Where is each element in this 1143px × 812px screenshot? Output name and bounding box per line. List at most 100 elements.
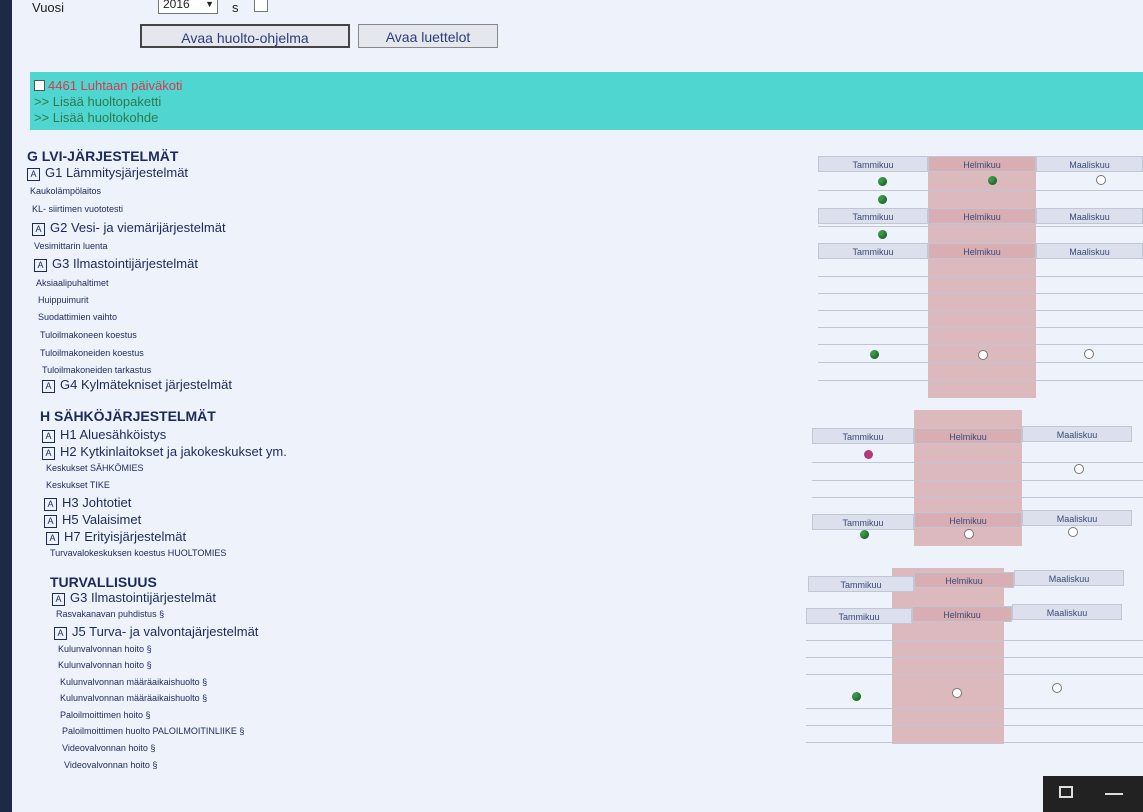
month-header: Maaliskuu: [1022, 510, 1132, 526]
category-h1[interactable]: A H1 Aluesähköistys: [42, 427, 166, 443]
status-done-dot[interactable]: [988, 176, 997, 185]
expand-icon[interactable]: A: [54, 627, 67, 640]
grid-line: [812, 497, 1143, 498]
month-header: Tammikuu: [812, 428, 914, 444]
status-done-dot[interactable]: [878, 230, 887, 239]
task-row[interactable]: Huippuimurit: [38, 295, 89, 305]
expand-icon[interactable]: A: [42, 447, 55, 460]
status-done-dot[interactable]: [878, 195, 887, 204]
category-g2[interactable]: A G2 Vesi- ja viemärijärjestelmät: [32, 220, 226, 236]
property-banner: 4461 Luhtaan päiväkoti >> Lisää huoltopa…: [30, 72, 1143, 130]
status-done-dot[interactable]: [878, 177, 887, 186]
grid-line: [818, 226, 1143, 227]
task-row[interactable]: Tuloilmakoneiden tarkastus: [42, 365, 151, 375]
grid-line: [812, 462, 1143, 463]
grid-line: [806, 708, 1143, 709]
status-overdue-dot[interactable]: [864, 450, 873, 459]
task-row[interactable]: Tuloilmakoneen koestus: [40, 330, 137, 340]
status-planned-dot[interactable]: [1096, 175, 1106, 185]
month-header: Tammikuu: [812, 514, 914, 530]
app-screen: Vuosi 2016 ▼ s Avaa huolto-ohjelma Avaa …: [12, 0, 1143, 812]
task-row[interactable]: Aksiaalipuhaltimet: [36, 278, 109, 288]
month-header: Maaliskuu: [1014, 570, 1124, 586]
status-done-dot[interactable]: [852, 692, 861, 701]
expand-icon[interactable]: A: [42, 380, 55, 393]
category-h3[interactable]: A H3 Johtotiet: [44, 495, 131, 511]
grid-line: [806, 657, 1143, 658]
expand-icon[interactable]: A: [46, 532, 59, 545]
category-g3[interactable]: A G3 Ilmastointijärjestelmät: [34, 256, 198, 272]
month-header: Tammikuu: [808, 576, 914, 592]
status-planned-dot[interactable]: [978, 350, 988, 360]
fullscreen-icon[interactable]: [1059, 786, 1073, 798]
category-j5[interactable]: A J5 Turva- ja valvontajärjestelmät: [54, 624, 258, 640]
task-row[interactable]: Rasvakanavan puhdistus §: [56, 609, 164, 619]
status-planned-dot[interactable]: [1068, 527, 1078, 537]
month-header: Helmikuu: [928, 243, 1036, 259]
task-row[interactable]: Videovalvonnan hoito §: [64, 760, 157, 770]
expand-icon[interactable]: A: [42, 430, 55, 443]
task-row[interactable]: Kulunvalvonnan määräaikaishuolto §: [60, 693, 207, 703]
grid-line: [806, 725, 1143, 726]
task-row[interactable]: Keskukset SÄHKÖMIES: [46, 463, 144, 473]
grid-line: [818, 344, 1143, 345]
expand-icon[interactable]: A: [32, 223, 45, 236]
year-checkbox[interactable]: [254, 0, 268, 12]
chevron-down-icon: ▼: [205, 0, 214, 9]
month-header: Maaliskuu: [1036, 243, 1143, 259]
grid-line: [806, 674, 1143, 675]
task-row[interactable]: Paloilmoittimen huolto PALOILMOITINLIIKE…: [62, 726, 244, 736]
add-target-link[interactable]: >> Lisää huoltokohde: [30, 110, 1143, 126]
task-row[interactable]: Suodattimien vaihto: [38, 312, 117, 322]
status-planned-dot[interactable]: [1084, 349, 1094, 359]
task-row[interactable]: Kaukolämpölaitos: [30, 186, 101, 196]
status-planned-dot[interactable]: [964, 529, 974, 539]
month-header: Maaliskuu: [1012, 604, 1122, 620]
month-header: Helmikuu: [914, 512, 1022, 528]
expand-icon[interactable]: A: [44, 515, 57, 528]
status-planned-dot[interactable]: [952, 688, 962, 698]
task-row[interactable]: Vesimittarin luenta: [34, 241, 108, 251]
task-row[interactable]: Videovalvonnan hoito §: [62, 743, 155, 753]
month-header: Tammikuu: [818, 243, 928, 259]
category-h7[interactable]: A H7 Erityisjärjestelmät: [46, 529, 186, 545]
task-row[interactable]: Paloilmoittimen hoito §: [60, 710, 151, 720]
status-planned-dot[interactable]: [1052, 683, 1062, 693]
status-planned-dot[interactable]: [1074, 464, 1084, 474]
add-package-link[interactable]: >> Lisää huoltopaketti: [30, 94, 1143, 110]
category-safety-g3[interactable]: A G3 Ilmastointijärjestelmät: [52, 590, 216, 606]
grid-line: [818, 362, 1143, 363]
minimize-icon[interactable]: [1105, 793, 1123, 795]
grid-line: [818, 380, 1143, 381]
task-row[interactable]: Kulunvalvonnan hoito §: [58, 644, 152, 654]
task-row[interactable]: Keskukset TIKE: [46, 480, 110, 490]
expand-icon[interactable]: A: [44, 498, 57, 511]
status-done-dot[interactable]: [870, 350, 879, 359]
grid-line: [818, 327, 1143, 328]
task-row[interactable]: KL- siirtimen vuototesti: [32, 204, 123, 214]
year-label: Vuosi: [32, 0, 65, 15]
month-header: Maaliskuu: [1036, 208, 1143, 224]
expand-icon[interactable]: A: [34, 259, 47, 272]
task-row[interactable]: Tuloilmakoneiden koestus: [40, 348, 144, 358]
month-header: Helmikuu: [914, 428, 1022, 444]
category-h5[interactable]: A H5 Valaisimet: [44, 512, 141, 528]
task-row[interactable]: Turvavalokeskuksen koestus HUOLTOMIES: [50, 548, 226, 558]
grid-line: [818, 190, 1143, 191]
status-done-dot[interactable]: [860, 530, 869, 539]
open-program-button[interactable]: Avaa huolto-ohjelma: [140, 24, 350, 48]
property-checkbox[interactable]: [34, 80, 45, 91]
month-header: Maaliskuu: [1036, 156, 1143, 172]
expand-icon[interactable]: A: [27, 168, 40, 181]
expand-icon[interactable]: A: [52, 593, 65, 606]
category-g1[interactable]: A G1 Lämmitysjärjestelmät: [27, 165, 188, 181]
property-link[interactable]: 4461 Luhtaan päiväkoti: [30, 78, 1143, 94]
year-select[interactable]: 2016 ▼: [158, 0, 218, 14]
task-row[interactable]: Kulunvalvonnan määräaikaishuolto §: [60, 677, 207, 687]
open-lists-button[interactable]: Avaa luettelot: [358, 24, 498, 48]
grid-line: [812, 480, 1143, 481]
section-title-safety: TURVALLISUUS: [50, 574, 157, 590]
task-row[interactable]: Kulunvalvonnan hoito §: [58, 660, 152, 670]
category-h2[interactable]: A H2 Kytkinlaitokset ja jakokeskukset ym.: [42, 444, 287, 460]
category-g4[interactable]: A G4 Kylmätekniset järjestelmät: [42, 377, 232, 393]
